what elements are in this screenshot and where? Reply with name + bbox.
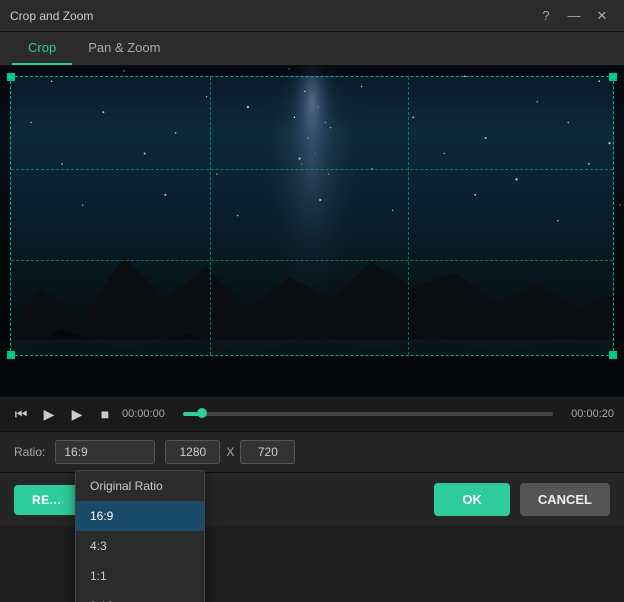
progress-thumb (197, 408, 207, 418)
time-current: 00:00:00 (122, 408, 177, 420)
height-input[interactable] (240, 440, 295, 464)
reset-button[interactable]: RE... (14, 485, 79, 515)
stop-button[interactable]: ■ (94, 403, 116, 425)
overlay-bottom (0, 356, 624, 396)
minimize-button[interactable]: — (562, 6, 586, 26)
ratio-label: Ratio: (14, 445, 45, 459)
dropdown-list: Original Ratio 16:9 4:3 1:1 9:16 Custom (75, 470, 205, 602)
ok-button[interactable]: OK (434, 483, 510, 516)
help-button[interactable]: ? (534, 6, 558, 26)
dropdown-item-4-3[interactable]: 4:3 (76, 531, 204, 561)
ratio-select-wrapper: Original Ratio 16:9 4:3 1:1 9:16 Custom (55, 440, 155, 464)
title-bar: Crop and Zoom ? — ✕ (0, 0, 624, 32)
time-total: 00:00:20 (559, 408, 614, 420)
action-buttons: OK CANCEL (434, 483, 610, 516)
window-title: Crop and Zoom (10, 9, 93, 23)
progress-bar[interactable] (183, 412, 553, 416)
settings-row: Ratio: Original Ratio 16:9 4:3 1:1 9:16 … (0, 431, 624, 472)
cancel-button[interactable]: CANCEL (520, 483, 610, 516)
width-input[interactable] (165, 440, 220, 464)
skip-back-button[interactable]: ⏮ (10, 403, 32, 425)
dimension-x-label: X (226, 445, 234, 459)
dropdown-item-9-16[interactable]: 9:16 (76, 591, 204, 602)
close-button[interactable]: ✕ (590, 6, 614, 26)
play-button[interactable]: ▶ (38, 403, 60, 425)
dropdown-item-1-1[interactable]: 1:1 (76, 561, 204, 591)
dropdown-item-original[interactable]: Original Ratio (76, 471, 204, 501)
overlay-left (0, 76, 10, 356)
video-preview (0, 66, 624, 396)
dropdown-item-16-9[interactable]: 16:9 (76, 501, 204, 531)
video-background (0, 66, 624, 396)
play-alt-button[interactable]: ▶ (66, 403, 88, 425)
tab-pan-zoom[interactable]: Pan & Zoom (72, 32, 176, 65)
playback-controls: ⏮ ▶ ▶ ■ 00:00:00 00:00:20 (0, 396, 624, 431)
tab-crop[interactable]: Crop (12, 32, 72, 65)
tabs-bar: Crop Pan & Zoom (0, 32, 624, 66)
starfield (0, 66, 624, 396)
overlay-top (0, 66, 624, 76)
overlay-right (614, 76, 624, 356)
window-controls: ? — ✕ (534, 6, 614, 26)
ratio-select[interactable]: Original Ratio 16:9 4:3 1:1 9:16 Custom (55, 440, 155, 464)
dimension-inputs: X (165, 440, 295, 464)
